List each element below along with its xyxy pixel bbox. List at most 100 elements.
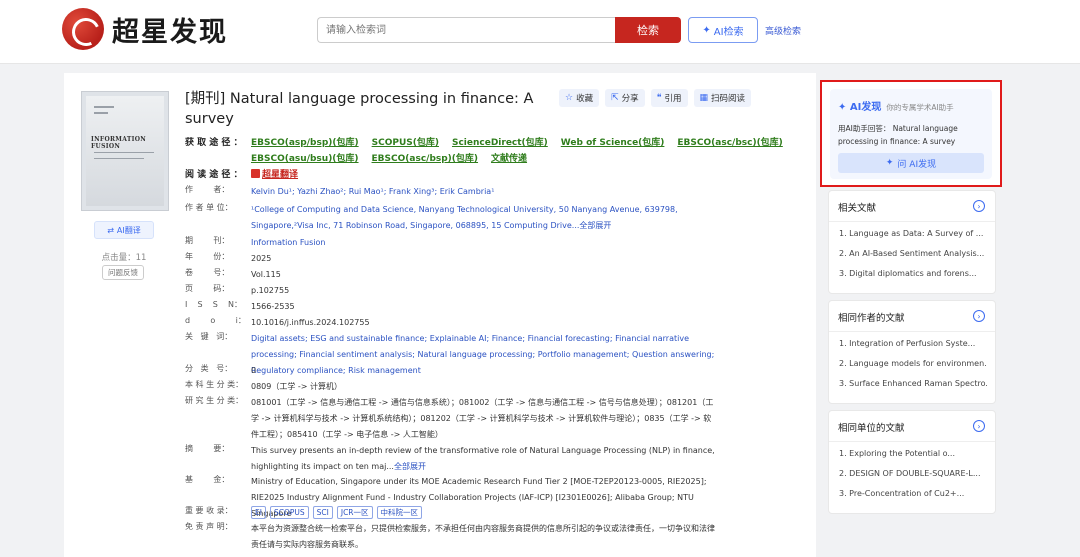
ai-subtitle: 你的专属学术AI助手 bbox=[886, 103, 954, 112]
access-link[interactable]: EBSCO(asc/bsc)(包库) bbox=[677, 138, 782, 148]
star-icon: ☆ bbox=[565, 93, 574, 103]
read-link-wrap: 超星翻译 bbox=[251, 167, 311, 183]
issn: 1566-2535 bbox=[251, 302, 295, 311]
issn-row: I S S N： 1566-2535 bbox=[185, 299, 295, 315]
share-button[interactable]: ⇱ 分享 bbox=[605, 89, 645, 107]
expand-all-link[interactable]: 全部展开 bbox=[579, 221, 611, 230]
index-tag: SCOPUS bbox=[269, 506, 309, 519]
top-header: 超星发现 检索 ✦ AI检索 高级检索 bbox=[0, 0, 1080, 64]
class-no: 0 bbox=[251, 366, 257, 375]
volume-label: 卷 号： bbox=[185, 268, 230, 277]
access-link[interactable]: Web of Science(包库) bbox=[561, 138, 665, 148]
logo-icon bbox=[62, 8, 104, 50]
abstract-wrap: This survey presents an in-depth review … bbox=[251, 443, 715, 475]
same-unit-item[interactable]: 3. Pre-Concentration of Cu2+... bbox=[839, 489, 987, 498]
access-label: 获 取 途 径 ： bbox=[185, 138, 243, 148]
cite-button[interactable]: ❝ 引用 bbox=[650, 89, 688, 107]
logo-text: 超星发现 bbox=[112, 16, 228, 48]
share-icon: ⇱ bbox=[611, 93, 619, 103]
same-unit-card: 相同单位的文献 › 1. Exploring the Potential o..… bbox=[828, 410, 996, 514]
sparkle-icon: ✦ bbox=[702, 24, 711, 36]
sparkle-icon: ✦ bbox=[838, 102, 847, 113]
year: 2025 bbox=[251, 254, 272, 263]
scan-read-button[interactable]: ▦ 扫码阅读 bbox=[693, 89, 752, 107]
article-title: [期刊] Natural language processing in fina… bbox=[185, 91, 534, 127]
same-unit-item[interactable]: 1. Exploring the Potential o... bbox=[839, 449, 987, 458]
advanced-search-link[interactable]: 高级检索 bbox=[765, 24, 801, 37]
sparkle-icon: ✦ bbox=[885, 158, 894, 168]
affiliation[interactable]: ¹College of Computing and Data Science, … bbox=[251, 205, 678, 230]
divider bbox=[829, 221, 995, 222]
index-label: 重 要 收 录： bbox=[185, 506, 233, 515]
chevron-right-icon[interactable]: › bbox=[973, 420, 985, 432]
search-input[interactable] bbox=[317, 17, 615, 43]
doi: 10.1016/j.inffus.2024.102755 bbox=[251, 318, 370, 327]
authors-label: 作 者： bbox=[185, 185, 230, 194]
page-label: 页 码： bbox=[185, 284, 230, 293]
index-tag: JCR一区 bbox=[336, 506, 373, 519]
undergrad-row: 本 科 生 分 类： 0809（工学 -> 计算机） bbox=[185, 379, 342, 395]
disclaimer: 本平台为资源整合统一检索平台，只提供检索服务，不承担任何由内容服务商提供的信息所… bbox=[251, 524, 715, 549]
chevron-right-icon[interactable]: › bbox=[973, 310, 985, 322]
same-author-item[interactable]: 1. Integration of Perfusion Syste... bbox=[839, 339, 987, 348]
doi-label: d o i： bbox=[185, 316, 246, 325]
abstract: This survey presents an in-depth review … bbox=[251, 446, 715, 471]
same-unit-item[interactable]: 2. DESIGN OF DOUBLE-SQUARE-L... bbox=[839, 469, 987, 478]
read-label: 阅 读 途 径 ： bbox=[185, 170, 243, 180]
related-item[interactable]: 1. Language as Data: A Survey of ... bbox=[839, 229, 987, 238]
ai-search-button[interactable]: ✦ AI检索 bbox=[688, 17, 758, 43]
disclaimer-label: 免 责 声 明： bbox=[185, 522, 233, 531]
cover-decoration bbox=[94, 158, 144, 159]
ask-ai-button[interactable]: ✦ 问 AI发现 bbox=[838, 153, 984, 173]
divider bbox=[829, 441, 995, 442]
related-item[interactable]: 3. Digital diplomatics and forens... bbox=[839, 269, 987, 278]
undergrad-label: 本 科 生 分 类： bbox=[185, 380, 244, 389]
grad-label: 研 究 生 分 类： bbox=[185, 396, 244, 405]
index-row: 重 要 收 录： EI SCOPUS SCI JCR一区 中科院一区 bbox=[185, 505, 426, 521]
cover-decoration bbox=[94, 112, 108, 114]
journal-link[interactable]: Information Fusion bbox=[251, 235, 325, 251]
cover-image: INFORMATION FUSION bbox=[86, 96, 164, 206]
search-button[interactable]: 检索 bbox=[615, 17, 681, 43]
ai-translate-button[interactable]: ⇄ AI翻译 bbox=[94, 221, 154, 239]
feedback-button[interactable]: 问题反馈 bbox=[102, 265, 144, 280]
keywords-row: 关 键 词： Digital assets; ESG and sustainab… bbox=[185, 331, 715, 379]
index-tag: SCI bbox=[312, 506, 333, 519]
favorite-label: 收藏 bbox=[576, 94, 594, 104]
affiliation-row: 作 者 单 位： ¹College of Computing and Data … bbox=[185, 202, 695, 234]
article-detail-panel: INFORMATION FUSION ⇄ AI翻译 点击量：11 问题反馈 [期… bbox=[64, 73, 816, 557]
keywords[interactable]: Digital assets; ESG and sustainable fina… bbox=[251, 331, 715, 379]
journal-cover: INFORMATION FUSION bbox=[81, 91, 169, 211]
access-links: EBSCO(asp/bsp)(包库) SCOPUS(包库) ScienceDirec… bbox=[251, 135, 796, 167]
divider bbox=[829, 331, 995, 332]
abstract-expand-link[interactable]: 全部展开 bbox=[394, 462, 426, 471]
related-item[interactable]: 2. An AI-Based Sentiment Analysis... bbox=[839, 249, 987, 258]
access-link[interactable]: SCOPUS(包库) bbox=[372, 138, 439, 148]
translate-logo-icon bbox=[251, 169, 260, 178]
access-link[interactable]: EBSCO(asu/bsu)(包库) bbox=[251, 154, 359, 164]
same-author-item[interactable]: 3. Surface Enhanced Raman Spectro... bbox=[839, 379, 987, 388]
grad-class: 081001（工学 -> 信息与通信工程 -> 通信与信息系统）；081002（… bbox=[251, 398, 714, 439]
issn-label: I S S N： bbox=[185, 300, 243, 309]
authors[interactable]: Kelvin Du¹; Yazhi Zhao²; Rui Mao¹; Frank… bbox=[251, 184, 494, 200]
access-row: 获 取 途 径 ： EBSCO(asp/bsp)(包库) SCOPUS(包库) Sc… bbox=[185, 135, 805, 167]
grad-row: 研 究 生 分 类： 081001（工学 -> 信息与通信工程 -> 通信与信息… bbox=[185, 395, 715, 443]
translate-icon: ⇄ bbox=[107, 225, 114, 235]
access-link[interactable]: EBSCO(asc/bsp)(包库) bbox=[372, 154, 479, 164]
disclaimer-row: 免 责 声 明： 本平台为资源整合统一检索平台，只提供检索服务，不承担任何由内容… bbox=[185, 521, 715, 553]
read-link[interactable]: 超星翻译 bbox=[262, 170, 298, 180]
related-literature-card: 相关文献 › 1. Language as Data: A Survey of … bbox=[828, 190, 996, 294]
ai-discovery-card: ✦ AI发现 你的专属学术AI助手 用AI助手回答： Natural langu… bbox=[820, 80, 1002, 187]
cite-label: 引用 bbox=[664, 94, 682, 104]
same-author-card: 相同作者的文献 › 1. Integration of Perfusion Sy… bbox=[828, 300, 996, 404]
favorite-button[interactable]: ☆ 收藏 bbox=[559, 89, 600, 107]
access-link[interactable]: EBSCO(asp/bsp)(包库) bbox=[251, 138, 359, 148]
cover-decoration bbox=[94, 152, 154, 153]
same-author-item[interactable]: 2. Language models for environmen... bbox=[839, 359, 987, 368]
access-link[interactable]: ScienceDirect(包库) bbox=[452, 138, 548, 148]
logo[interactable]: 超星发现 bbox=[62, 8, 228, 50]
chevron-right-icon[interactable]: › bbox=[973, 200, 985, 212]
access-link[interactable]: 文献传递 bbox=[491, 154, 527, 164]
undergrad-class: 0809（工学 -> 计算机） bbox=[251, 382, 343, 391]
index-tags: EI SCOPUS SCI JCR一区 中科院一区 bbox=[251, 505, 426, 521]
